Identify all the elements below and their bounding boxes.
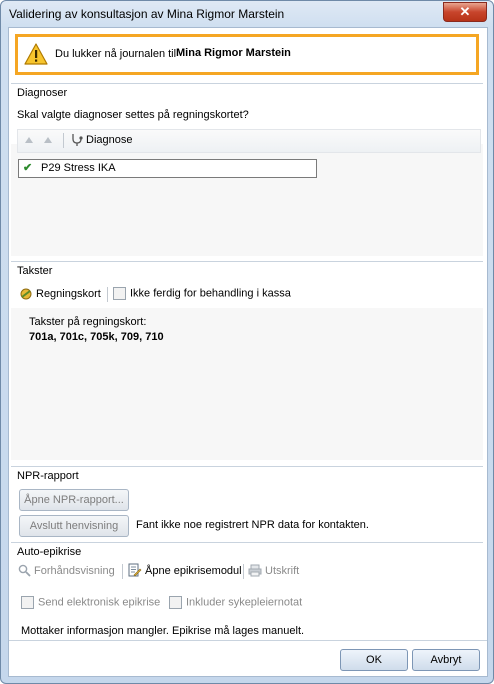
regningskort-icon: [20, 288, 32, 300]
warning-banner: Du lukker nå journalen til Mina Rigmor M…: [15, 34, 479, 75]
window-title: Validering av konsultasjon av Mina Rigmo…: [9, 7, 285, 21]
diagnosis-label: P29 Stress IKA: [41, 162, 116, 174]
toolbar-separator: [63, 133, 64, 148]
stethoscope-icon: [72, 134, 83, 146]
diagnoser-question: Skal valgte diagnoser settes på regnings…: [17, 109, 249, 121]
takster-summary-values: 701a, 701c, 705k, 709, 710: [29, 331, 164, 343]
diagnose-column-label[interactable]: Diagnose: [86, 134, 132, 146]
toolbar-separator: [243, 564, 244, 579]
print-button[interactable]: Utskrift: [265, 565, 299, 577]
send-electronic-label: Send elektronisk epikrise: [38, 596, 161, 609]
cancel-button[interactable]: Avbryt: [412, 649, 480, 671]
npr-status-text: Fant ikke noe registrert NPR data for ko…: [136, 519, 369, 531]
diagnoser-heading: Diagnoser: [17, 87, 68, 99]
ikke-ferdig-checkbox[interactable]: Ikke ferdig for behandling i kassa: [113, 287, 291, 300]
close-referral-label: Avslutt henvisning: [29, 520, 119, 532]
toolbar-separator: [122, 564, 123, 579]
patient-name: Mina Rigmor Marstein: [176, 47, 291, 59]
move-down-icon[interactable]: [43, 136, 53, 146]
ikke-ferdig-label: Ikke ferdig for behandling i kassa: [130, 287, 291, 300]
preview-button[interactable]: Forhåndsvisning: [34, 565, 115, 577]
epikrise-info-text: Mottaker informasjon mangler. Epikrise m…: [21, 625, 305, 637]
checkbox-box: [169, 596, 182, 609]
warning-text: Du lukker nå journalen til: [55, 48, 177, 60]
toolbar-separator: [107, 287, 108, 302]
epikrise-toolbar: Forhåndsvisning Åpne epikrisemodul Utskr…: [17, 562, 477, 582]
checkbox-box: [113, 287, 126, 300]
open-npr-report-label: Åpne NPR-rapport...: [24, 494, 124, 506]
takster-heading: Takster: [17, 265, 53, 277]
regningskort-button[interactable]: Regningskort: [36, 288, 101, 300]
open-npr-report-button[interactable]: Åpne NPR-rapport...: [19, 489, 129, 511]
checkbox-box: [21, 596, 34, 609]
move-up-icon[interactable]: [24, 136, 34, 146]
ok-label: OK: [366, 654, 382, 666]
diagnosis-item[interactable]: ✔ P29 Stress IKA: [18, 159, 317, 178]
dialog-window: Validering av konsultasjon av Mina Rigmo…: [0, 0, 494, 684]
include-nurse-note-label: Inkluder sykepleiernotat: [186, 596, 303, 609]
dialog-body: Du lukker nå journalen til Mina Rigmor M…: [8, 27, 488, 677]
npr-heading: NPR-rapport: [17, 470, 79, 482]
close-button[interactable]: ✕: [443, 2, 487, 22]
ok-button[interactable]: OK: [340, 649, 408, 671]
send-electronic-checkbox[interactable]: Send elektronisk epikrise: [21, 596, 160, 609]
takster-summary-title: Takster på regningskort:: [29, 316, 147, 328]
checkmark-icon: ✔: [23, 162, 33, 174]
cancel-label: Avbryt: [430, 654, 462, 666]
magnifier-icon: [18, 564, 31, 577]
epikrise-heading: Auto-epikrise: [17, 546, 82, 558]
include-nurse-note-checkbox[interactable]: Inkluder sykepleiernotat: [169, 596, 302, 609]
document-edit-icon: [128, 563, 142, 577]
open-epikrise-module-button[interactable]: Åpne epikrisemodul: [145, 565, 242, 577]
printer-icon: [248, 564, 262, 577]
close-referral-button[interactable]: Avslutt henvisning: [19, 515, 129, 537]
warning-icon: [24, 43, 48, 65]
close-icon: ✕: [459, 4, 471, 19]
footer-divider: [9, 640, 487, 641]
title-bar[interactable]: Validering av konsultasjon av Mina Rigmo…: [1, 1, 493, 27]
diagnoser-toolbar: Diagnose: [17, 129, 481, 153]
